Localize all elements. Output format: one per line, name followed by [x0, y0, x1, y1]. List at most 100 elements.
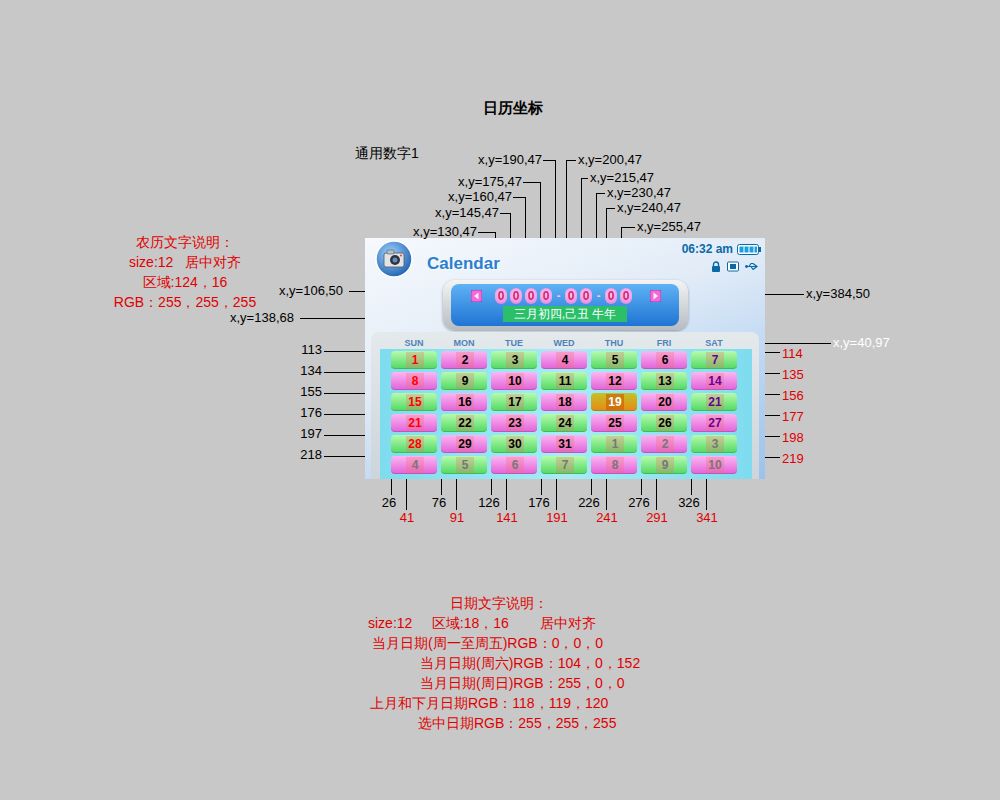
column-label: 241	[592, 510, 622, 526]
day-cell[interactable]: 3	[491, 351, 537, 369]
day-number: 12	[606, 373, 624, 389]
day-number: 3	[506, 352, 524, 368]
day-cell[interactable]: 9	[641, 456, 687, 474]
day-number: 25	[606, 415, 624, 431]
day-cell[interactable]: 22	[441, 414, 487, 432]
note-line: 上月和下月日期RGB：118，119，120	[368, 693, 640, 713]
day-number: 8	[406, 373, 424, 389]
day-cell[interactable]: 16	[441, 393, 487, 411]
day-number: 19	[606, 394, 624, 410]
date-digit: 0	[605, 288, 617, 304]
coordinate-label: x,y=240,47	[617, 200, 681, 216]
row-label: 218	[296, 447, 322, 463]
day-cell[interactable]: 2	[441, 351, 487, 369]
day-cell[interactable]: 13	[641, 372, 687, 390]
day-cell[interactable]: 10	[691, 456, 737, 474]
day-cell[interactable]: 27	[691, 414, 737, 432]
day-cell[interactable]: 7	[541, 456, 587, 474]
row-label: 198	[782, 430, 804, 446]
day-cell[interactable]: 2	[641, 435, 687, 453]
day-cell[interactable]: 29	[441, 435, 487, 453]
day-cell[interactable]: 12	[591, 372, 637, 390]
day-number: 28	[406, 436, 424, 452]
day-cell[interactable]: 28	[391, 435, 437, 453]
row-label: 155	[296, 384, 322, 400]
row-label: 134	[296, 363, 322, 379]
note-line: 当月日期(周六)RGB：104，0，152	[368, 653, 640, 673]
day-cell[interactable]: 1	[391, 351, 437, 369]
day-cell[interactable]: 24	[541, 414, 587, 432]
day-cell[interactable]: 20	[641, 393, 687, 411]
day-cell[interactable]: 14	[691, 372, 737, 390]
note-line: 区域:124，16	[95, 272, 275, 292]
weekday-label: FRI	[641, 337, 687, 349]
day-number: 21	[706, 394, 724, 410]
day-cell[interactable]: 17	[491, 393, 537, 411]
day-cell[interactable]: 5	[591, 351, 637, 369]
day-number: 14	[706, 373, 724, 389]
day-cell[interactable]: 5	[441, 456, 487, 474]
day-cell[interactable]: 18	[541, 393, 587, 411]
row-label: 113	[296, 342, 322, 358]
coordinate-label: x,y=145,47	[427, 205, 499, 221]
day-cell[interactable]: 8	[391, 372, 437, 390]
row-label: 219	[782, 451, 804, 467]
day-cell[interactable]: 10	[491, 372, 537, 390]
coordinate-label: x,y=230,47	[607, 185, 671, 201]
day-cell[interactable]: 4	[391, 456, 437, 474]
day-cell[interactable]: 21	[391, 414, 437, 432]
coordinate-label: x,y=190,47	[470, 152, 542, 168]
next-arrow-icon[interactable]	[650, 290, 661, 302]
day-grid-area: 1234567891011121314151617181920212122232…	[380, 349, 752, 479]
day-cell[interactable]: 11	[541, 372, 587, 390]
day-number: 9	[456, 373, 474, 389]
day-number: 30	[506, 436, 524, 452]
day-cell[interactable]: 30	[491, 435, 537, 453]
day-cell[interactable]: 15	[391, 393, 437, 411]
coordinate-label: x,y=130,47	[405, 224, 477, 240]
day-cell[interactable]: 6	[641, 351, 687, 369]
day-cell[interactable]: 23	[491, 414, 537, 432]
day-number: 13	[656, 373, 674, 389]
day-cell[interactable]: 19	[591, 393, 637, 411]
column-label: 341	[692, 510, 722, 526]
date-text-note: 日期文字说明：size:12 区域:18，16 居中对齐当月日期(周一至周五)R…	[368, 593, 640, 733]
date-digit: 0	[540, 288, 552, 304]
day-cell[interactable]: 31	[541, 435, 587, 453]
day-cell[interactable]: 7	[691, 351, 737, 369]
day-cell[interactable]: 3	[691, 435, 737, 453]
day-number: 9	[656, 457, 674, 473]
day-number: 1	[606, 436, 624, 452]
note-line: 日期文字说明：	[368, 593, 640, 613]
day-cell[interactable]: 21	[691, 393, 737, 411]
day-number: 6	[506, 457, 524, 473]
day-cell[interactable]: 6	[491, 456, 537, 474]
note-line: size:12 区域:18，16 居中对齐	[368, 613, 640, 633]
lock-icon	[711, 261, 721, 272]
day-number: 23	[506, 415, 524, 431]
month-panel: SUNMONTUEWEDTHUFRISAT1234567891011121314…	[371, 332, 759, 479]
note-line: size:12 居中对齐	[95, 252, 275, 272]
day-number: 7	[556, 457, 574, 473]
day-number: 11	[556, 373, 574, 389]
row-label: 176	[296, 405, 322, 421]
coordinate-label: x,y=160,47	[440, 189, 512, 205]
day-cell[interactable]: 8	[591, 456, 637, 474]
date-bar: 0000-00-00三月初四,己丑 牛年	[443, 280, 688, 330]
day-cell[interactable]: 1	[591, 435, 637, 453]
day-cell[interactable]: 25	[591, 414, 637, 432]
day-number: 24	[556, 415, 574, 431]
day-number: 2	[656, 436, 674, 452]
coordinate-label: x,y=215,47	[590, 170, 654, 186]
coordinate-label: x,y=200,47	[578, 152, 642, 168]
day-number: 20	[656, 394, 674, 410]
day-cell[interactable]: 9	[441, 372, 487, 390]
row-label: 156	[782, 388, 804, 404]
previous-arrow-icon[interactable]	[471, 290, 482, 302]
battery-icon	[737, 244, 761, 255]
day-grid: 1234567891011121314151617181920212122232…	[391, 351, 752, 474]
date-panel: 0000-00-00三月初四,己丑 牛年	[451, 284, 679, 326]
day-cell[interactable]: 26	[641, 414, 687, 432]
day-cell[interactable]: 4	[541, 351, 587, 369]
day-number: 29	[456, 436, 474, 452]
